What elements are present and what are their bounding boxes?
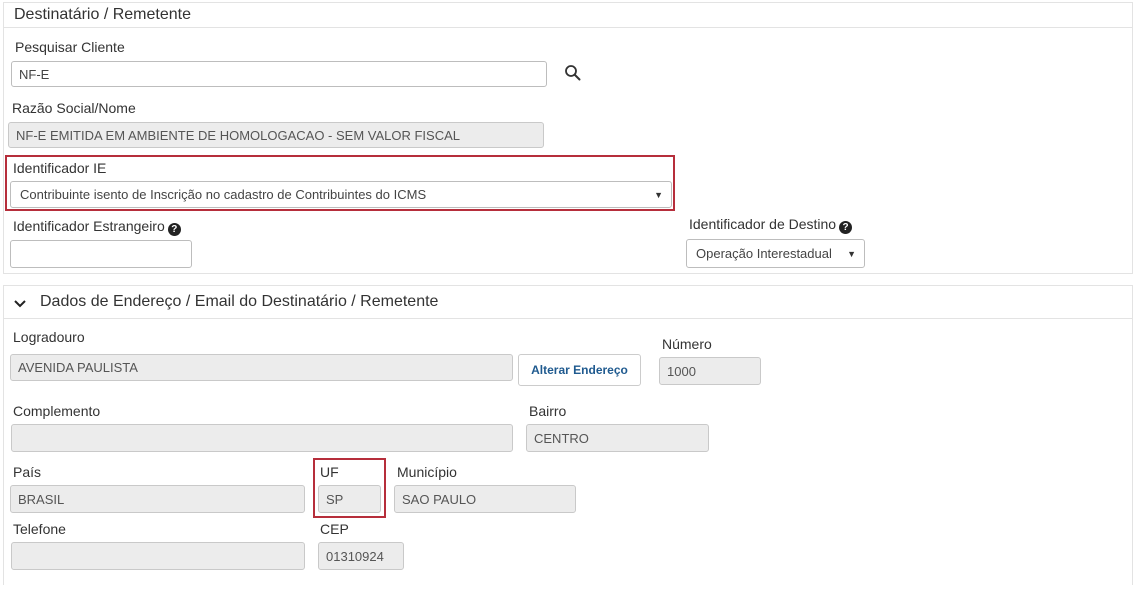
endereco-panel-title: Dados de Endereço / Email do Destinatári…: [40, 293, 439, 310]
pesquisar-cliente-input[interactable]: NF-E: [11, 61, 547, 87]
endereco-panel-header[interactable]: Dados de Endereço / Email do Destinatári…: [4, 286, 1132, 319]
identificador-destino-label-text: Identificador de Destino: [689, 216, 837, 232]
pesquisar-cliente-label: Pesquisar Cliente: [15, 39, 125, 55]
complemento-label: Complemento: [13, 403, 101, 419]
logradouro-label: Logradouro: [13, 329, 85, 345]
cep-field: 01310924: [318, 542, 404, 570]
numero-field: 1000: [659, 357, 761, 385]
razao-social-field: NF-E EMITIDA EM AMBIENTE DE HOMOLOGACAO …: [8, 122, 544, 148]
logradouro-field: AVENIDA PAULISTA: [10, 354, 513, 381]
identificador-destino-value: Operação Interestadual: [696, 246, 832, 261]
bairro-label: Bairro: [529, 403, 567, 419]
municipio-field: SAO PAULO: [394, 485, 576, 513]
uf-label: UF: [320, 464, 339, 480]
identificador-destino-label: Identificador de Destino?: [689, 216, 853, 234]
bairro-field: CENTRO: [526, 424, 709, 452]
numero-label: Número: [662, 336, 712, 352]
complemento-field: [11, 424, 513, 452]
identificador-ie-select[interactable]: Contribuinte isento de Inscrição no cada…: [10, 181, 672, 208]
identificador-destino-select[interactable]: Operação Interestadual ▼: [686, 239, 865, 268]
pais-field: BRASIL: [10, 485, 305, 513]
caret-down-icon: ▼: [654, 189, 663, 200]
cep-label: CEP: [320, 521, 349, 537]
chevron-down-icon[interactable]: [13, 296, 27, 308]
caret-down-icon: ▼: [847, 248, 856, 259]
question-circle-icon[interactable]: ?: [167, 223, 181, 236]
identificador-estrangeiro-label: Identificador Estrangeiro?: [13, 218, 181, 236]
identificador-estrangeiro-input[interactable]: [10, 240, 192, 268]
uf-field: SP: [318, 485, 381, 513]
telefone-label: Telefone: [13, 521, 66, 537]
razao-social-label: Razão Social/Nome: [12, 100, 136, 116]
identificador-ie-label: Identificador IE: [13, 160, 107, 176]
municipio-label: Município: [397, 464, 457, 480]
telefone-field: [11, 542, 305, 570]
identificador-ie-value: Contribuinte isento de Inscrição no cada…: [20, 187, 427, 202]
pais-label: País: [13, 464, 42, 480]
search-icon[interactable]: [564, 64, 582, 82]
destinatario-panel-title: Destinatário / Remetente: [14, 6, 191, 23]
question-circle-icon[interactable]: ?: [839, 221, 853, 234]
destinatario-panel-header: Destinatário / Remetente: [4, 3, 1132, 28]
identificador-estrangeiro-label-text: Identificador Estrangeiro: [13, 218, 165, 234]
alterar-endereco-button[interactable]: Alterar Endereço: [518, 354, 641, 386]
